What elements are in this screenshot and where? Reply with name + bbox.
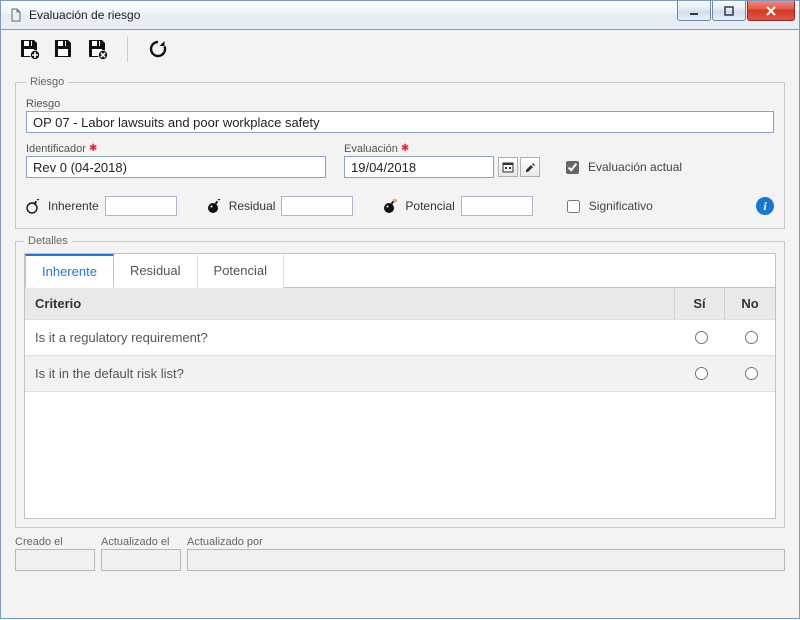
col-si: Sí <box>675 288 725 319</box>
tab-potencial[interactable]: Potencial <box>198 255 284 288</box>
detalles-group: Detalles Inherente Residual Potencial Cr… <box>15 235 785 528</box>
table-row: Is it in the default risk list? <box>25 356 775 392</box>
inherente-value-input[interactable] <box>105 196 177 216</box>
identificador-input[interactable] <box>26 156 326 178</box>
radio-no[interactable] <box>745 331 758 344</box>
creado-value <box>15 549 95 571</box>
tab-inherente[interactable]: Inherente <box>25 254 114 288</box>
residual-indicator: Residual <box>207 196 354 216</box>
grid-header: Criterio Sí No <box>25 288 775 320</box>
calendar-icon[interactable] <box>498 157 518 177</box>
inherente-risk-label: Inherente <box>48 199 99 213</box>
grid-body: Is it a regulatory requirement? Is it in… <box>25 320 775 518</box>
criteria-grid: Criterio Sí No Is it a regulatory requir… <box>25 288 775 518</box>
required-icon: ✱ <box>89 143 97 154</box>
table-row: Is it a regulatory requirement? <box>25 320 775 356</box>
evaluacion-actual-checkbox[interactable]: Evaluación actual <box>562 156 682 178</box>
riesgo-legend: Riesgo <box>26 76 68 88</box>
save-new-button[interactable] <box>17 37 41 61</box>
refresh-button[interactable] <box>146 37 170 61</box>
bomb-icon <box>383 198 399 214</box>
bomb-icon <box>207 198 223 214</box>
save-delete-button[interactable] <box>85 37 109 61</box>
potencial-value-input[interactable] <box>461 196 533 216</box>
cell-criterio: Is it in the default risk list? <box>25 358 675 389</box>
titlebar: Evaluación de riesgo <box>0 0 800 30</box>
maximize-button[interactable] <box>712 1 746 21</box>
detalles-tabs: Inherente Residual Potencial Criterio Sí… <box>24 253 776 519</box>
identificador-label: Identificador✱ <box>26 143 326 155</box>
app-body: Riesgo Riesgo Identificador✱ Evaluación✱ <box>0 30 800 619</box>
potencial-indicator: Potencial <box>383 196 532 216</box>
significativo-label: Significativo <box>589 199 653 213</box>
evaluacion-input[interactable] <box>344 156 494 178</box>
close-button[interactable] <box>747 1 795 21</box>
creado-label: Creado el <box>15 536 95 548</box>
evaluacion-actual-label: Evaluación actual <box>588 160 682 174</box>
evaluacion-actual-input[interactable] <box>566 161 579 174</box>
cell-criterio: Is it a regulatory requirement? <box>25 322 675 353</box>
evaluacion-label: Evaluación✱ <box>344 143 540 155</box>
residual-risk-label: Residual <box>229 199 276 213</box>
save-button[interactable] <box>51 37 75 61</box>
toolbar-separator <box>127 36 128 62</box>
window-controls <box>676 1 799 21</box>
document-icon <box>9 8 23 22</box>
toolbar <box>1 36 799 70</box>
residual-value-input[interactable] <box>281 196 353 216</box>
detalles-legend: Detalles <box>24 235 72 247</box>
potencial-risk-label: Potencial <box>405 199 454 213</box>
actualizado-value <box>101 549 181 571</box>
actualizado-por-label: Actualizado por <box>187 536 785 548</box>
actualizado-por-value <box>187 549 785 571</box>
col-no: No <box>725 288 775 319</box>
significativo-checkbox[interactable]: Significativo <box>563 197 653 216</box>
window-title: Evaluación de riesgo <box>29 8 140 22</box>
radio-si[interactable] <box>695 367 708 380</box>
actualizado-label: Actualizado el <box>101 536 181 548</box>
riesgo-input[interactable] <box>26 111 774 133</box>
riesgo-group: Riesgo Riesgo Identificador✱ Evaluación✱ <box>15 76 785 229</box>
tabstrip: Inherente Residual Potencial <box>25 254 775 288</box>
minimize-button[interactable] <box>677 1 711 21</box>
riesgo-label: Riesgo <box>26 98 774 110</box>
audit-footer: Creado el Actualizado el Actualizado por <box>1 534 799 577</box>
col-criterio: Criterio <box>25 288 675 319</box>
info-icon[interactable]: i <box>756 197 774 215</box>
radio-si[interactable] <box>695 331 708 344</box>
bomb-icon <box>26 198 42 214</box>
inherente-indicator: Inherente <box>26 196 177 216</box>
significativo-input[interactable] <box>567 200 580 213</box>
tab-residual[interactable]: Residual <box>114 255 198 288</box>
radio-no[interactable] <box>745 367 758 380</box>
required-icon: ✱ <box>401 143 409 154</box>
edit-date-icon[interactable] <box>520 157 540 177</box>
